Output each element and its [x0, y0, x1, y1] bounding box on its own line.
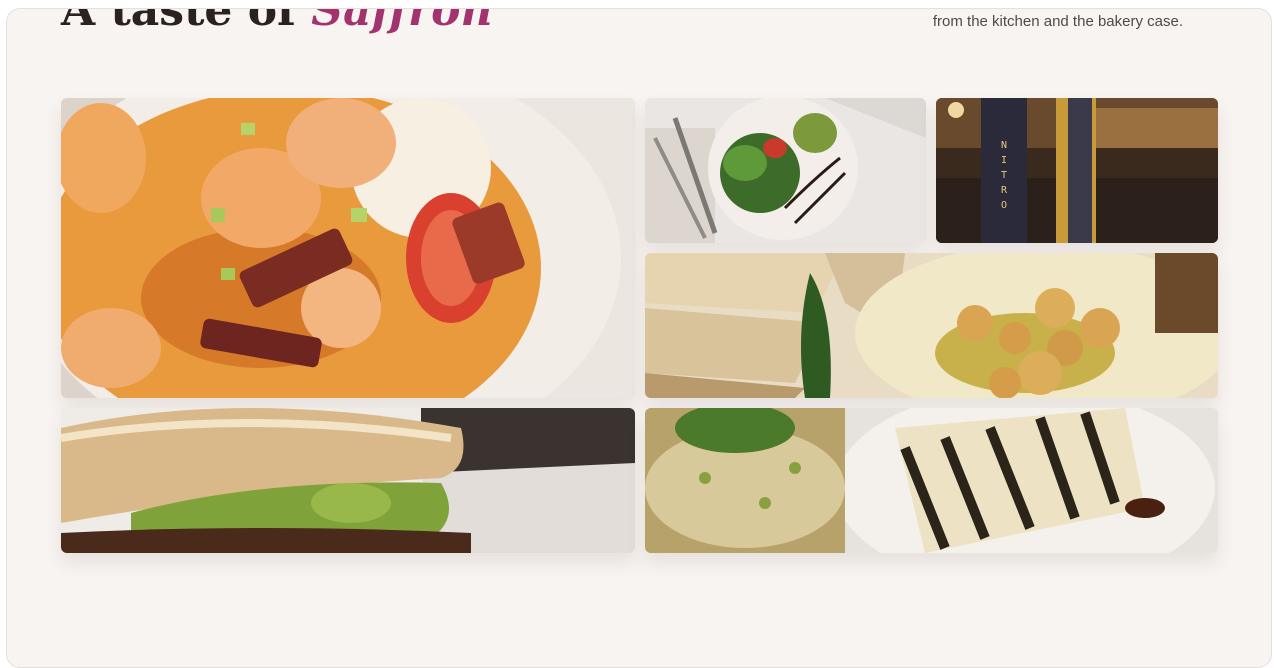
salad-photo [645, 98, 926, 243]
shrimp-grits-photo [61, 98, 635, 398]
tile-nitro-tap[interactable]: NITRO [936, 98, 1218, 243]
halloumi-photo [645, 408, 1218, 553]
section-subtitle: from the kitchen and the bakery case. [932, 13, 1183, 30]
gallery-card: A taste of Saffron from the kitchen and … [6, 8, 1272, 668]
tile-avocado-sandwich[interactable] [61, 408, 635, 553]
nitro-tap-photo [936, 98, 1218, 243]
nitro-tap-label: NITRO [1000, 140, 1010, 211]
title-accent: Saffron [311, 8, 493, 36]
tile-salad-plate[interactable] [645, 98, 926, 243]
hummus-photo [645, 253, 1218, 398]
sandwich-photo [61, 408, 635, 553]
section-title: A taste of Saffron [61, 8, 493, 36]
title-main: A taste of [61, 8, 312, 36]
tile-shrimp-and-grits[interactable] [61, 98, 635, 398]
tile-grilled-halloumi[interactable] [645, 408, 1218, 553]
tile-hummus-pita[interactable] [645, 253, 1218, 398]
